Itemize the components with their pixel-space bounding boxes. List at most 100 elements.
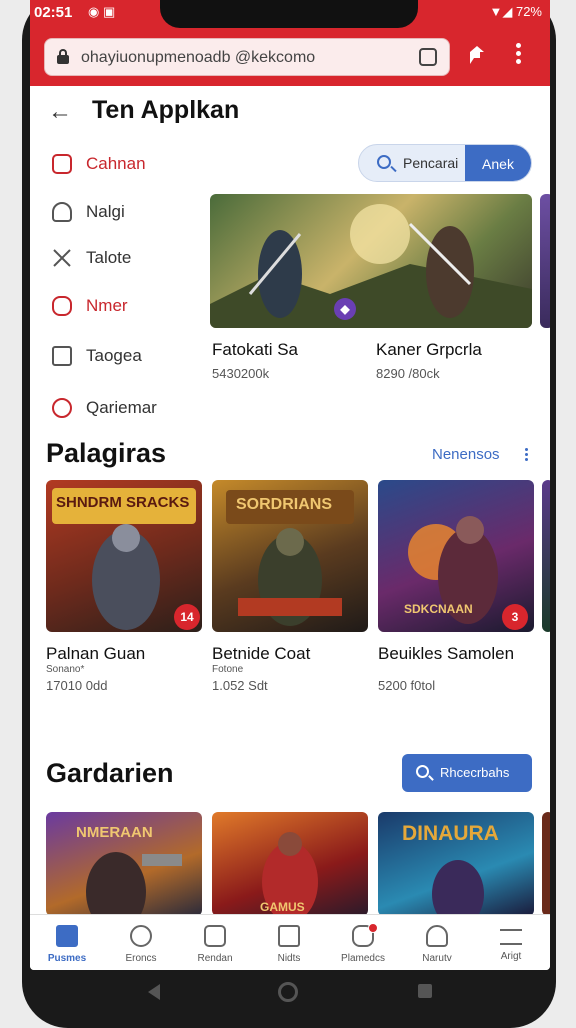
camera-notch	[160, 0, 418, 28]
featured-title[interactable]: Fatokati Sa	[212, 340, 298, 360]
game-sub: 17010 0dd	[46, 678, 108, 693]
nav-games[interactable]: Eroncs	[104, 921, 178, 970]
status-icons: ▼◢ 72%	[489, 4, 543, 19]
search-icon	[377, 155, 391, 169]
profile-icon	[426, 925, 448, 947]
game-sub: 1.052 Sdt	[212, 678, 268, 693]
share-icon[interactable]	[466, 44, 488, 66]
library-icon	[278, 925, 300, 947]
bottom-nav: Pusmes Eroncs Rendan Nidts Plamedcs Naru…	[30, 914, 550, 970]
search-bar[interactable]: Pencarai Anek	[358, 144, 532, 182]
search-section-button-label: Rhcecrbahs	[440, 765, 510, 780]
page-title: Ten Applkan	[92, 96, 240, 124]
game-card-art[interactable]: NMERAAN	[46, 812, 202, 916]
game-card-art-title: SORDRIANS	[236, 496, 333, 513]
featured-banner-peek[interactable]	[540, 194, 550, 328]
featured-banner[interactable]: ◆	[210, 194, 532, 328]
section-title-garden: Gardarien	[46, 758, 174, 788]
swords-icon	[52, 248, 72, 268]
nav-menu[interactable]: Arigt	[474, 921, 548, 970]
game-card-art[interactable]: SORDRIANS	[212, 480, 368, 632]
game-card-art-title: SDKCNAAN	[404, 602, 473, 616]
page-header: ← Ten Applkan	[30, 86, 550, 136]
see-more-link[interactable]: Nenensos	[432, 446, 500, 463]
system-nav-bar	[30, 970, 550, 1024]
tabs-icon[interactable]	[419, 48, 437, 66]
search-button[interactable]: Anek	[465, 145, 531, 181]
notification-icons: ◉ ▣	[88, 4, 116, 19]
sidebar-item-nmer[interactable]: Nmer	[48, 288, 198, 324]
game-meta: Fotone	[212, 664, 244, 675]
search-icon	[416, 765, 429, 778]
gamepad-icon	[130, 925, 152, 947]
status-time: 02:51	[34, 4, 73, 21]
notification-dot	[368, 923, 378, 933]
system-home-icon[interactable]	[278, 982, 298, 1002]
nav-home[interactable]: Pusmes	[30, 921, 104, 970]
system-recents-icon[interactable]	[418, 984, 432, 998]
nav-library[interactable]: Nidts	[252, 921, 326, 970]
status-bar: 02:51 ◉ ▣ ▼◢ 72%	[30, 0, 550, 28]
featured-sub: 5430200k	[212, 366, 270, 381]
game-card-art-title: SHNDRM SRACKS	[56, 494, 190, 511]
sidebar-item-label: Qariemar	[86, 398, 157, 417]
sidebar-item-label: Nmer	[86, 296, 128, 315]
home-icon	[52, 346, 72, 366]
back-arrow-icon[interactable]: ←	[48, 98, 72, 126]
game-card-peek[interactable]	[542, 480, 550, 632]
chat-icon	[52, 296, 72, 316]
bag-icon	[52, 154, 72, 174]
sidebar-item-cahnan[interactable]: Cahnan	[48, 146, 198, 182]
rating-badge: 3	[502, 604, 528, 630]
game-card-art[interactable]: SHNDRM SRACKS 14	[46, 480, 202, 632]
game-card-art[interactable]: GAMUS	[212, 812, 368, 916]
rating-badge: 14	[174, 604, 200, 630]
game-card-peek[interactable]	[542, 812, 550, 916]
browser-toolbar: ohayiuonupmenoadb @kekcomo	[30, 28, 550, 86]
search-section-button[interactable]: Rhcecrbahs	[402, 754, 532, 792]
screen: 02:51 ◉ ▣ ▼◢ 72% ohayiuonupmenoadb @kekc…	[30, 0, 550, 970]
lock-icon	[57, 49, 69, 64]
nav-label: Plamedcs	[341, 953, 385, 964]
game-title[interactable]: Palnan Guan	[46, 644, 145, 664]
play-icon: ◆	[334, 298, 356, 320]
sidebar-item-taogea[interactable]: Taogea	[48, 338, 198, 374]
game-card-art-title: NMERAAN	[76, 824, 153, 841]
sidebar-item-label: Nalgi	[86, 202, 125, 221]
game-card-art[interactable]: DINAURA	[378, 812, 534, 916]
nav-label: Arigt	[500, 951, 522, 962]
sidebar-item-talote[interactable]: Talote	[48, 240, 198, 276]
sidebar-item-label: Taogea	[86, 346, 142, 365]
home-icon	[56, 925, 78, 947]
game-title[interactable]: Beuikles Samolen	[378, 644, 514, 664]
url-text[interactable]: ohayiuonupmenoadb @kekcomo	[81, 49, 315, 67]
user-icon	[52, 202, 72, 222]
sidebar-item-label: Talote	[86, 248, 132, 267]
address-bar[interactable]: ohayiuonupmenoadb @kekcomo	[44, 38, 450, 76]
more-options-icon[interactable]	[524, 446, 528, 462]
store-icon	[204, 925, 226, 947]
featured-title[interactable]: Kaner Grpcrla	[376, 340, 482, 360]
system-back-icon[interactable]	[148, 984, 160, 1000]
menu-icon	[500, 929, 522, 945]
game-title[interactable]: Betnide Coat	[212, 644, 310, 664]
person-icon	[52, 398, 72, 418]
featured-sub: 8290 /80ck	[376, 366, 440, 381]
nav-label: Rendan	[197, 953, 233, 964]
nav-label: Eroncs	[125, 953, 157, 964]
nav-messages[interactable]: Plamedcs	[326, 921, 400, 970]
game-card-art-title: DINAURA	[402, 822, 499, 845]
sidebar-item-nalgi[interactable]: Nalgi	[48, 194, 198, 230]
overflow-menu-icon[interactable]	[514, 40, 522, 70]
nav-profile[interactable]: Narutv	[400, 921, 474, 970]
sidebar-item-label: Cahnan	[86, 154, 146, 173]
nav-label: Narutv	[422, 953, 452, 964]
game-card-art[interactable]: SDKCNAAN 3	[378, 480, 534, 632]
nav-store[interactable]: Rendan	[178, 921, 252, 970]
nav-label: Pusmes	[47, 953, 87, 964]
game-sub: 5200 f0tol	[378, 678, 436, 693]
section-title-popular: Palagiras	[46, 438, 167, 468]
search-label[interactable]: Pencarai	[403, 155, 458, 171]
game-card-art-title: GAMUS	[260, 900, 305, 914]
sidebar-item-qariemar[interactable]: Qariemar	[48, 390, 198, 426]
